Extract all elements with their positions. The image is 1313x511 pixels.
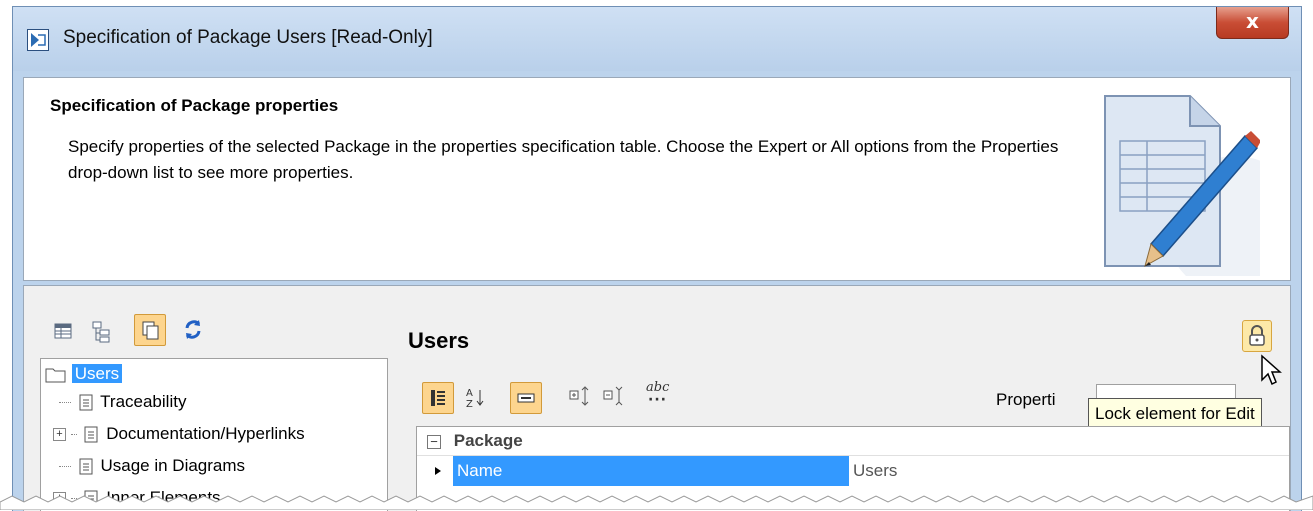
lock-button[interactable]: [1242, 320, 1272, 352]
specification-panel: Users Traceability + Documentation/Hyper…: [23, 285, 1291, 511]
copy-icon[interactable]: [134, 314, 166, 346]
categorized-icon[interactable]: [422, 382, 454, 414]
header-heading: Specification of Package properties: [50, 96, 339, 115]
tree-item-label: Users: [71, 364, 123, 383]
svg-text:A: A: [466, 388, 473, 399]
abc-more-icon[interactable]: abc ···: [640, 378, 676, 414]
torn-edge: [0, 495, 1313, 510]
app-icon: [27, 29, 49, 51]
properties-label: Properti: [996, 390, 1056, 409]
tree-item-usage[interactable]: Usage in Diagrams: [59, 453, 245, 479]
element-title: Users: [408, 328, 470, 353]
row-pointer-icon: [435, 467, 441, 475]
collapse-group-icon[interactable]: −: [427, 434, 441, 449]
title-bar[interactable]: Specification of Package Users [Read-Onl…: [13, 7, 1301, 71]
description-icon[interactable]: [510, 382, 542, 414]
document-icon: [84, 426, 98, 443]
svg-text:Z: Z: [466, 399, 473, 410]
close-icon: x: [1246, 9, 1259, 33]
document-icon: [79, 394, 93, 411]
tree-item-documentation[interactable]: + Documentation/Hyperlinks: [53, 421, 305, 447]
tree-item-label: Traceability: [100, 392, 187, 411]
tree-item-users[interactable]: Users: [45, 361, 123, 387]
specification-document-icon: [1104, 95, 1260, 276]
close-button[interactable]: x: [1216, 7, 1289, 39]
header-panel: Specification of Package properties Spec…: [23, 77, 1291, 281]
property-name-cell[interactable]: Name: [453, 456, 849, 486]
collapse-all-icon[interactable]: [598, 382, 628, 412]
element-tree[interactable]: Users Traceability + Documentation/Hyper…: [40, 358, 388, 511]
group-label: Package: [453, 431, 523, 450]
refresh-icon[interactable]: [178, 314, 208, 344]
header-description: Specify properties of the selected Packa…: [68, 137, 1059, 182]
sort-alpha-icon[interactable]: AZ: [460, 382, 490, 412]
expand-icon[interactable]: +: [53, 428, 66, 442]
specification-window: Specification of Package Users [Read-Onl…: [12, 6, 1302, 511]
group-row-package[interactable]: − Package: [417, 427, 1289, 455]
window-title: Specification of Package Users [Read-Onl…: [63, 27, 433, 48]
table-view-icon[interactable]: [48, 316, 78, 346]
lock-icon: [1249, 325, 1265, 346]
document-icon: [79, 458, 93, 475]
tree-item-label: Documentation/Hyperlinks: [106, 424, 305, 443]
property-value-cell[interactable]: Users: [853, 456, 897, 486]
tree-view-icon[interactable]: [86, 316, 116, 346]
tree-item-traceability[interactable]: Traceability: [59, 389, 186, 415]
tree-item-label: Usage in Diagrams: [100, 456, 246, 475]
table-row[interactable]: Name Users: [417, 455, 1289, 486]
folder-icon: [45, 368, 66, 383]
expand-all-icon[interactable]: [564, 382, 594, 412]
